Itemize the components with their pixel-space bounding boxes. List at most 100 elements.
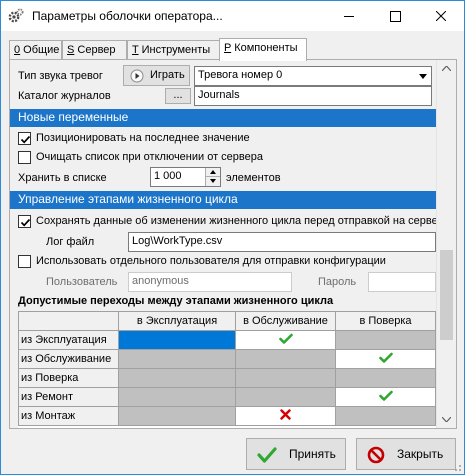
save-lifecycle-checkbox[interactable]	[18, 215, 31, 228]
position-last-checkbox[interactable]	[18, 132, 31, 145]
transition-cell[interactable]	[235, 368, 336, 388]
browse-journals-button[interactable]: ...	[165, 88, 191, 104]
clear-on-disconnect-label: Очищать список при отключении от сервера	[36, 151, 263, 163]
alarm-sound-value: Тревога номер 0	[198, 69, 283, 81]
transition-cell[interactable]	[118, 368, 236, 388]
transition-cell[interactable]	[235, 349, 336, 369]
tab-server[interactable]: S Сервер	[62, 40, 127, 60]
log-file-input[interactable]: Log\WorkType.csv	[128, 232, 436, 252]
transitions-title: Допустимые переходы между этапами жизнен…	[18, 295, 334, 307]
tab-components-label: Компоненты	[231, 42, 298, 54]
transition-cell[interactable]	[335, 368, 436, 388]
user-input[interactable]: anonymous	[128, 272, 292, 292]
section-lifecycle-title: Управление этапами жизненного цикла	[18, 192, 238, 206]
keep-count-stepper[interactable]: 1 000	[150, 167, 221, 187]
journals-path-value: Journals	[198, 89, 240, 101]
minimize-button[interactable]	[326, 1, 372, 30]
play-icon	[130, 69, 144, 83]
password-label: Пароль	[318, 276, 357, 288]
row-header: из Обслуживание	[18, 349, 119, 369]
tab-components[interactable]: P Компоненты	[219, 38, 307, 61]
column-header: в Поверка	[335, 311, 436, 331]
transition-cell[interactable]	[235, 406, 336, 426]
check-icon	[20, 135, 31, 144]
row-header: из Монтаж	[18, 406, 119, 426]
scroll-content: Тип звука тревог Играть Тревога номер 0 …	[10, 60, 436, 428]
accept-button[interactable]: Принять	[246, 438, 346, 470]
play-button[interactable]: Играть	[123, 65, 190, 86]
column-header: в Обслуживание	[235, 311, 336, 331]
chevron-down-icon	[210, 179, 216, 183]
row-header: из Поверка	[18, 368, 119, 388]
corner-cell	[18, 311, 119, 331]
chevron-up-icon	[210, 170, 216, 174]
user-value: anonymous	[132, 275, 189, 287]
tab-tools[interactable]: T Инструменты	[127, 40, 221, 60]
stepper-down-button[interactable]	[205, 177, 220, 186]
accept-button-label: Принять	[289, 447, 336, 461]
keep-count-value: 1 000	[154, 170, 182, 182]
table-row: из Поверка	[18, 368, 436, 388]
transition-cell[interactable]	[118, 330, 236, 350]
user-label: Пользователь	[46, 276, 118, 288]
close-icon	[436, 11, 446, 21]
table-row: из Обслуживание	[18, 349, 436, 369]
column-header: в Эксплуатация	[118, 311, 236, 331]
title-bar: Параметры оболочки оператора...	[1, 1, 464, 31]
log-file-value: Log\WorkType.csv	[132, 235, 223, 247]
transition-cell[interactable]	[335, 349, 436, 369]
dropdown-arrow[interactable]	[414, 67, 431, 85]
transition-cell[interactable]	[335, 330, 436, 350]
password-input[interactable]	[368, 272, 436, 292]
tab-general-label: Общие	[20, 44, 60, 56]
section-new-variables: Новые переменные	[10, 109, 436, 127]
position-last-label: Позиционировать на последнее значение	[36, 132, 250, 144]
separate-user-checkbox[interactable]	[18, 255, 31, 268]
row-header: из Эксплуатация	[18, 330, 119, 350]
close-window-button[interactable]	[418, 1, 464, 30]
close-button-label: Закрыть	[397, 447, 444, 461]
no-entry-icon	[367, 446, 385, 464]
scroll-up-button[interactable]	[437, 60, 456, 77]
transition-cell[interactable]	[118, 387, 236, 407]
transition-cell[interactable]	[335, 387, 436, 407]
app-gear-icon	[8, 8, 24, 23]
scroll-thumb[interactable]	[440, 250, 453, 340]
maximize-button[interactable]	[372, 1, 418, 30]
journals-path-input[interactable]: Journals	[194, 86, 432, 106]
transitions-table: в Эксплуатация в Обслуживание в Поверка …	[18, 311, 436, 426]
save-lifecycle-label: Сохранять данные об изменении жизненного…	[36, 215, 436, 227]
check-icon	[378, 352, 393, 363]
table-row: из Ремонт	[18, 387, 436, 407]
transitions-grid: в Эксплуатация в Обслуживание в Поверка …	[18, 311, 436, 428]
transition-cell[interactable]	[235, 387, 336, 407]
close-button[interactable]: Закрыть	[356, 438, 456, 470]
transition-cell[interactable]	[335, 406, 436, 426]
stepper-up-button[interactable]	[205, 168, 220, 177]
section-new-variables-title: Новые переменные	[18, 110, 129, 124]
journals-label: Каталог журналов	[18, 90, 111, 102]
tab-strip: 0 Общие S Сервер T Инструменты P Компоне…	[9, 38, 457, 61]
clear-on-disconnect-checkbox[interactable]	[18, 151, 31, 164]
vertical-scrollbar[interactable]	[436, 60, 456, 428]
alarm-sound-label: Тип звука тревог	[18, 70, 103, 82]
keep-in-list-label: Хранить в списке	[18, 172, 107, 184]
chevron-up-icon	[442, 66, 451, 71]
resize-grip-icon[interactable]	[452, 462, 462, 472]
tab-tools-label: Инструменты	[138, 44, 211, 56]
transition-cell[interactable]	[118, 406, 236, 426]
check-icon	[257, 447, 277, 463]
transition-cell[interactable]	[118, 349, 236, 369]
window-title: Параметры оболочки оператора...	[32, 9, 223, 23]
cross-icon	[280, 409, 291, 420]
browse-button-label: ...	[173, 89, 183, 101]
scroll-down-button[interactable]	[437, 411, 456, 428]
tab-general[interactable]: 0 Общие	[9, 40, 62, 60]
alarm-sound-select[interactable]: Тревога номер 0	[194, 66, 432, 86]
check-icon	[378, 390, 393, 401]
settings-window: Параметры оболочки оператора... 0 Общие …	[0, 0, 465, 475]
separate-user-label: Использовать отдельного пользователя для…	[36, 255, 386, 267]
transition-cell[interactable]	[235, 330, 336, 350]
chevron-down-icon	[419, 74, 427, 79]
transitions-header-row: в Эксплуатация в Обслуживание в Поверка	[18, 311, 436, 331]
